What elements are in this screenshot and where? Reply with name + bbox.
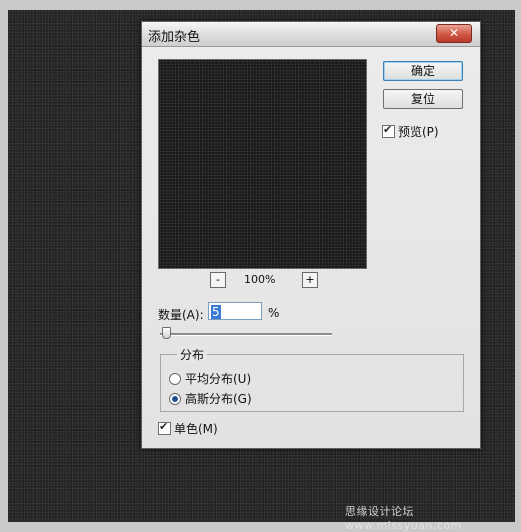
preview-checkbox-row[interactable]: ✔ 预览(P) [382,123,439,140]
amount-value: 5 [211,305,221,319]
dialog-title: 添加杂色 [148,30,201,45]
monochromatic-checkbox-label: 单色(M) [174,422,218,436]
amount-slider-track[interactable] [160,333,332,336]
checkmark-icon: ✔ [159,420,169,433]
zoom-level: 100% [244,273,276,286]
zoom-in-button[interactable]: + [302,272,318,288]
distribution-group-label: 分布 [177,346,208,363]
uniform-radio-row[interactable]: 平均分布(U) [169,370,251,387]
amount-input[interactable]: 5 [208,302,262,320]
amount-slider-thumb[interactable] [162,327,171,339]
preview-checkbox[interactable]: ✔ [382,123,395,138]
reset-button[interactable]: 复位 [383,89,463,109]
uniform-radio-label: 平均分布(U) [185,372,252,386]
watermark-text: 思缘设计论坛 www.missyuan.com [345,505,462,532]
gaussian-radio[interactable] [169,392,181,405]
gaussian-radio-label: 高斯分布(G) [185,392,252,406]
preview-checkbox-label: 预览(P) [398,125,439,139]
zoom-out-button[interactable]: - [210,272,226,288]
ok-button[interactable]: 确定 [383,61,463,81]
gaussian-radio-row[interactable]: 高斯分布(G) [169,390,252,407]
monochromatic-checkbox[interactable]: ✔ [158,420,171,435]
close-button[interactable]: ✕ [436,24,472,43]
title-bar[interactable]: 添加杂色 ✕ [142,22,480,47]
amount-unit: % [268,306,280,320]
zoom-controls: - 100% + [158,272,367,288]
checkmark-icon: ✔ [383,123,393,136]
distribution-group: 分布 平均分布(U) 高斯分布(G) [160,346,464,412]
amount-label: 数量(A): [158,308,204,322]
preview-image[interactable] [158,59,367,269]
monochromatic-checkbox-row[interactable]: ✔ 单色(M) [158,420,218,437]
uniform-radio[interactable] [169,372,181,385]
close-icon: ✕ [448,26,460,40]
add-noise-dialog: 添加杂色 ✕ - 100% + 确定 复位 ✔ 预览(P) 数量(A): 5 %… [141,21,481,449]
